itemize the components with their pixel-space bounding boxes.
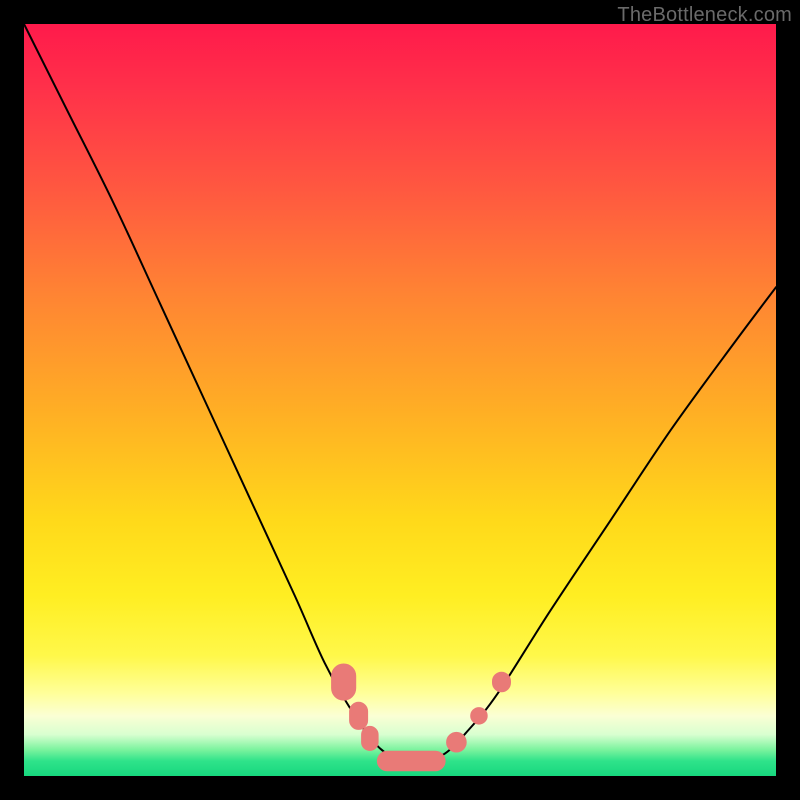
curve-marker xyxy=(362,726,379,750)
curve-marker xyxy=(377,751,445,771)
curve-marker xyxy=(447,732,467,752)
chart-svg xyxy=(24,24,776,776)
bottleneck-curve-line xyxy=(24,24,776,762)
marker-group xyxy=(332,664,511,771)
watermark-text: TheBottleneck.com xyxy=(617,4,792,27)
curve-marker xyxy=(350,702,368,729)
curve-marker xyxy=(471,708,488,725)
chart-plot-area xyxy=(24,24,776,776)
curve-marker xyxy=(493,672,511,692)
curve-marker xyxy=(332,664,356,700)
